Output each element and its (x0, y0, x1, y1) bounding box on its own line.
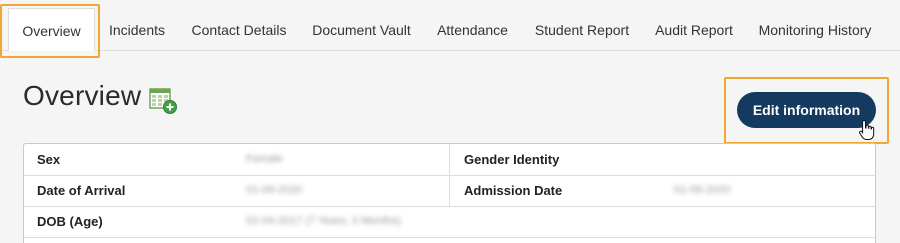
table-row: DOB (Age) 02-04-2017 (7 Years, 3 Months) (24, 206, 875, 238)
tab-attendance[interactable]: Attendance (426, 8, 519, 50)
admission-date-label: Admission Date (464, 183, 563, 198)
tab-overview[interactable]: Overview (8, 8, 95, 51)
admission-date-value: 01-09-2020 (674, 184, 731, 196)
table-row: Sex Female Gender Identity (24, 144, 875, 176)
date-of-arrival-value: 01-09-2020 (246, 184, 303, 196)
tab-document-vault[interactable]: Document Vault (303, 8, 420, 50)
gender-identity-label: Gender Identity (464, 152, 560, 167)
date-of-arrival-label: Date of Arrival (37, 183, 126, 198)
tab-audit-report[interactable]: Audit Report (645, 8, 743, 50)
top-strip (0, 0, 900, 6)
table-row: Date of Arrival 01-09-2020 Admission Dat… (24, 175, 875, 207)
dob-age-value: 02-04-2017 (7 Years, 3 Months) (246, 215, 401, 227)
hand-pointer-icon (859, 119, 875, 140)
tab-bar: Overview Incidents Contact Details Docum… (0, 8, 900, 51)
tab-contact-details[interactable]: Contact Details (180, 8, 298, 50)
student-details-table: Sex Female Gender Identity Date of Arriv… (23, 143, 876, 243)
tab-incidents[interactable]: Incidents (98, 8, 176, 50)
page-title: Overview (23, 80, 142, 111)
tab-student-report[interactable]: Student Report (525, 8, 639, 50)
sex-label: Sex (37, 152, 61, 167)
calendar-add-icon (149, 88, 177, 114)
tab-monitoring-history[interactable]: Monitoring History (750, 8, 880, 50)
student-overview-page: Overview Incidents Contact Details Docum… (0, 0, 900, 243)
dob-age-label: DOB (Age) (37, 214, 103, 229)
edit-information-button[interactable]: Edit information (737, 92, 876, 128)
sex-value: Female (246, 153, 283, 165)
